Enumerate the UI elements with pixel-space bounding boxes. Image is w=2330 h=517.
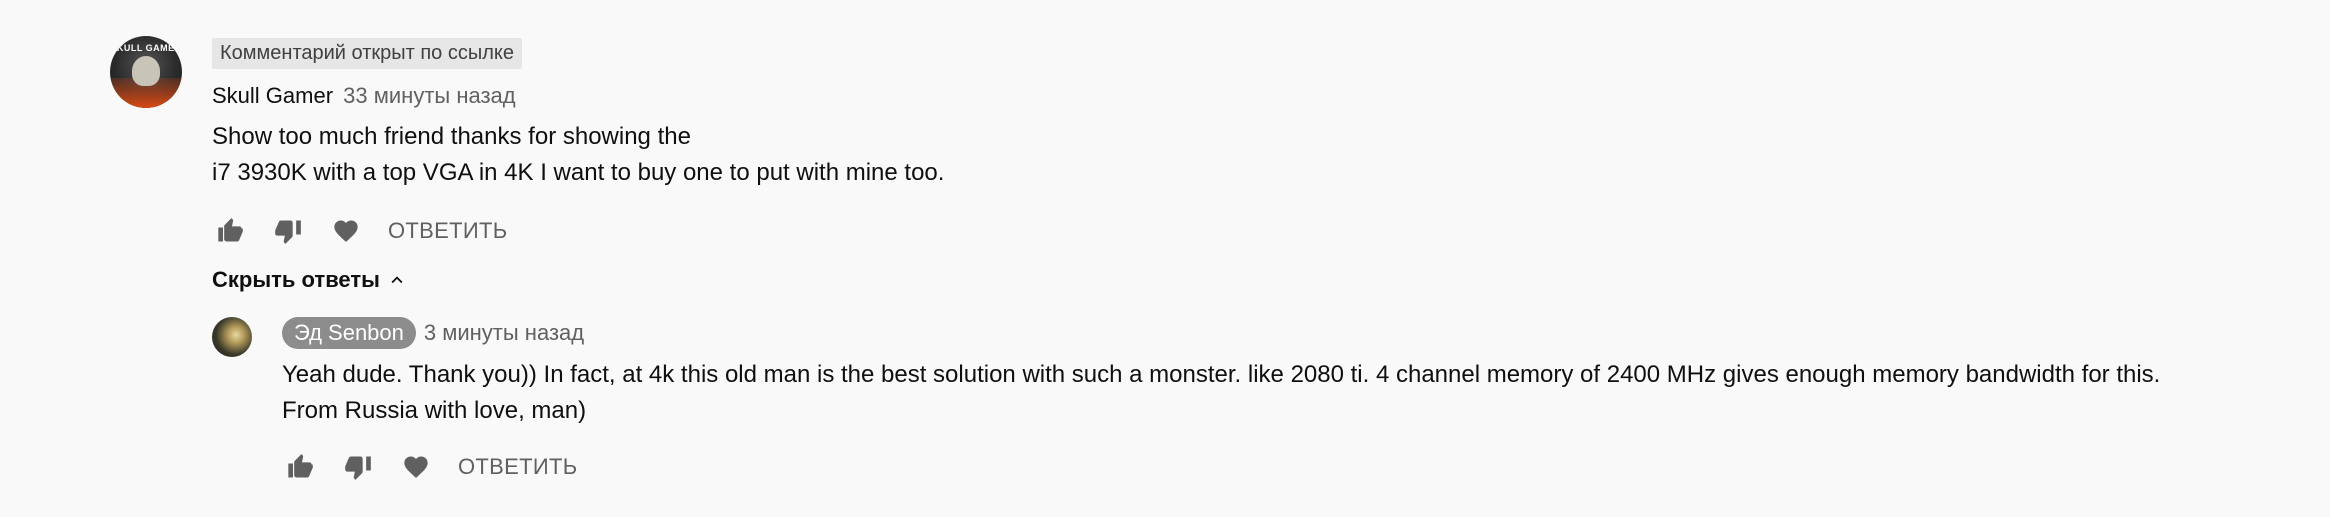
reply-dislike-button[interactable] [340,449,376,485]
comment-text-line: Show too much friend thanks for showing … [212,123,691,150]
reply-reply-button[interactable]: ОТВЕТИТЬ [458,454,577,480]
reply-author-name[interactable]: Эд Senbon [282,317,416,349]
reply-heart-button[interactable] [398,449,434,485]
hide-replies-label: Скрыть ответы [212,267,380,292]
reply-body: Эд Senbon 3 минуты назад Yeah dude. Than… [282,317,2290,485]
reply-header: Эд Senbon 3 минуты назад [282,317,2290,349]
author-name[interactable]: Skull Gamer [212,83,333,108]
reply-text-line: Yeah dude. Thank you)) In fact, at 4k th… [282,361,2161,388]
avatar-logo-text: SKULL GAMER [110,43,182,53]
thumbs-down-icon [345,456,371,480]
thumbs-up-icon [218,218,243,242]
reply-like-button[interactable] [282,449,318,485]
avatar[interactable]: SKULL GAMER [110,36,182,108]
reply-comment: Эд Senbon 3 минуты назад Yeah dude. Than… [212,317,2290,485]
reply-text: Yeah dude. Thank you)) In fact, at 4k th… [282,357,2290,429]
like-button[interactable] [212,213,248,249]
comment: SKULL GAMER Комментарий открыт по ссылке… [110,34,2290,485]
hide-replies-button[interactable]: Скрыть ответы [212,267,408,293]
comment-header: Skull Gamer 33 минуты назад [212,83,2290,109]
reply-actions: ОТВЕТИТЬ [282,449,2290,485]
reply-timestamp[interactable]: 3 минуты назад [424,320,584,346]
avatar-skull [132,56,160,86]
heart-icon [404,456,428,478]
heart-icon [334,220,358,242]
comment-text: Show too much friend thanks for showing … [212,119,2290,191]
thumbs-up-icon [288,454,313,478]
heart-button[interactable] [328,213,364,249]
comment-text-line: i7 3930K with a top VGA in 4K I want to … [212,159,945,186]
thumbs-down-icon [275,220,301,244]
chevron-up-icon [391,276,403,284]
comment-thread: SKULL GAMER Комментарий открыт по ссылке… [110,34,2290,485]
linked-comment-badge: Комментарий открыт по ссылке [212,38,522,69]
comment-actions: ОТВЕТИТЬ [212,213,2290,249]
dislike-button[interactable] [270,213,306,249]
comment-body: Комментарий открыт по ссылке Skull Gamer… [212,34,2290,485]
comment-timestamp[interactable]: 33 минуты назад [343,83,515,108]
reply-button[interactable]: ОТВЕТИТЬ [388,218,507,244]
reply-avatar[interactable] [212,317,252,357]
reply-text-line: From Russia with love, man) [282,397,587,424]
